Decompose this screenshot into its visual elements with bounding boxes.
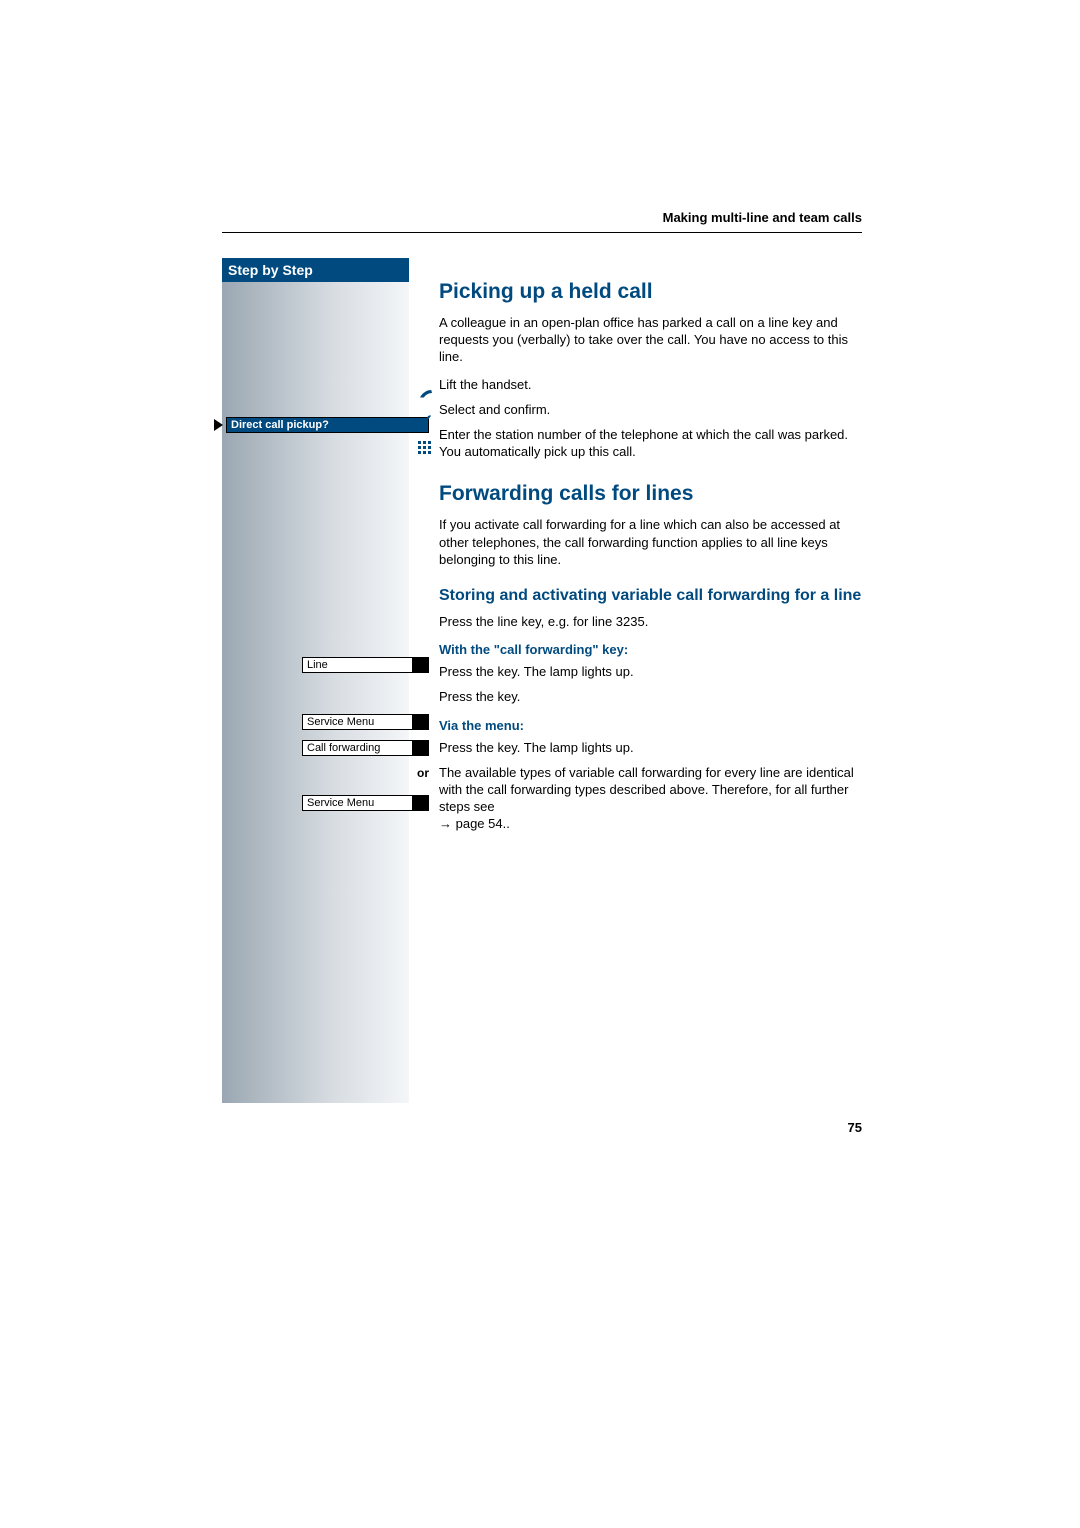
- section2-intro: If you activate call forwarding for a li…: [439, 516, 862, 567]
- tail-para-text: The available types of variable call for…: [439, 765, 854, 814]
- step-lift: Lift the handset.: [439, 376, 862, 393]
- tail-para: The available types of variable call for…: [439, 764, 862, 833]
- play-arrow-icon: [214, 419, 223, 431]
- lamp-icon: [413, 657, 429, 673]
- check-icon: ✓: [417, 414, 435, 432]
- sidebar-title: Step by Step: [222, 258, 409, 282]
- sidebar-box-line: Line: [302, 657, 413, 673]
- sidebar-box-service-menu-1: Service Menu: [302, 714, 413, 730]
- lamp-icon: [413, 714, 429, 730]
- sidebar-service-menu-1: Service Menu: [302, 712, 429, 732]
- sidebar-service-menu-2: Service Menu: [302, 793, 429, 813]
- section2-title: Forwarding calls for lines: [439, 482, 862, 506]
- section1-intro: A colleague in an open-plan office has p…: [439, 314, 862, 365]
- sidebar-box-call-forwarding: Call forwarding: [302, 740, 413, 756]
- section2-sub-title: Storing and activating variable call for…: [439, 586, 862, 605]
- step-press-key: Press the key.: [439, 688, 862, 705]
- lamp-icon: [413, 740, 429, 756]
- keypad-icon: [417, 440, 435, 458]
- step-by-step-sidebar: Step by Step Direct call pickup? Line Se…: [222, 258, 409, 1103]
- step-press-key-lamp1: Press the key. The lamp lights up.: [439, 663, 862, 680]
- step-press-line: Press the line key, e.g. for line 3235.: [439, 613, 862, 630]
- page: Making multi-line and team calls Step by…: [0, 0, 1080, 1528]
- lamp-icon: [413, 795, 429, 811]
- sidebar-box-service-menu-2: Service Menu: [302, 795, 413, 811]
- via-menu-heading: Via the menu:: [439, 718, 862, 733]
- header-rule: [222, 232, 862, 233]
- tail-para-pageref: → page 54..: [439, 816, 510, 831]
- step-press-key-lamp2: Press the key. The lamp lights up.: [439, 739, 862, 756]
- sidebar-box-direct-pickup: Direct call pickup?: [226, 417, 429, 433]
- step-enter: Enter the station number of the telephon…: [439, 426, 862, 460]
- main-content: Picking up a held call A colleague in an…: [439, 258, 862, 842]
- step-confirm: Select and confirm.: [439, 401, 862, 418]
- sidebar-call-forwarding: Call forwarding: [302, 738, 429, 758]
- handset-icon: [417, 387, 435, 405]
- page-number: 75: [848, 1120, 862, 1135]
- or-label: or: [399, 766, 429, 780]
- section1-title: Picking up a held call: [439, 280, 862, 304]
- sidebar-line: Line: [302, 655, 429, 675]
- with-key-heading: With the "call forwarding" key:: [439, 642, 862, 657]
- running-head: Making multi-line and team calls: [663, 210, 862, 225]
- sidebar-direct-pickup: Direct call pickup?: [214, 415, 429, 435]
